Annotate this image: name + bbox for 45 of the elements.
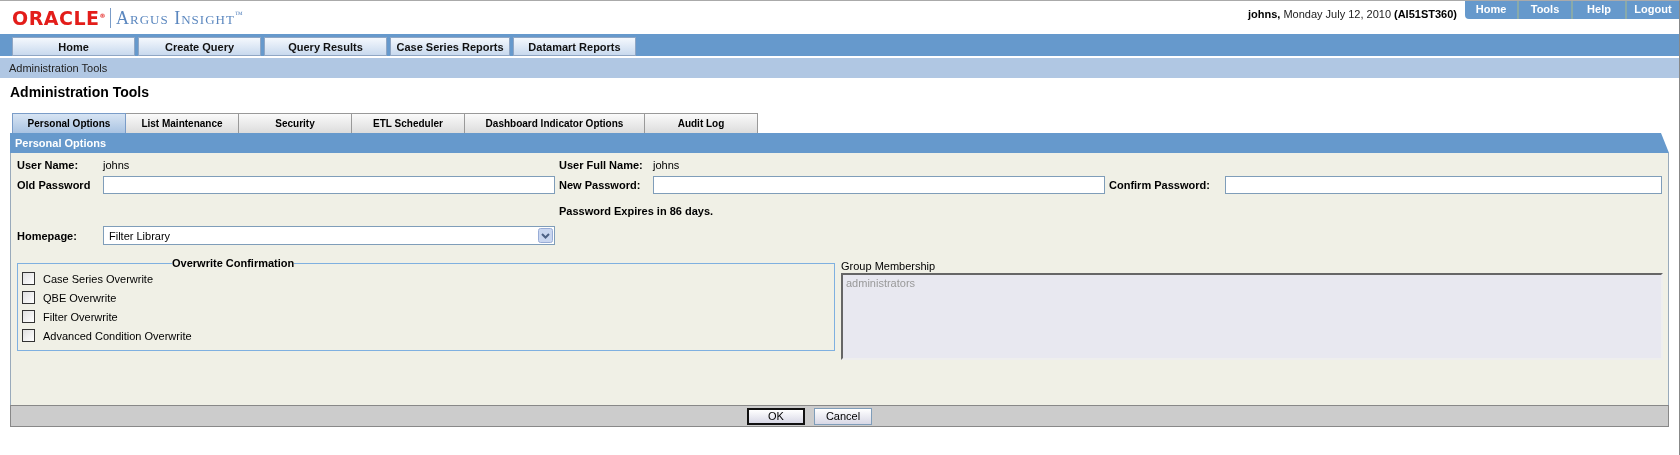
user-name: johns, <box>1248 8 1281 20</box>
checkbox[interactable] <box>22 310 35 323</box>
field-value: johns <box>653 159 681 171</box>
checkbox-label: Filter Overwrite <box>43 310 118 323</box>
checkbox[interactable] <box>22 272 35 285</box>
homepage-dropdown[interactable]: Filter Library <box>103 226 555 245</box>
checkbox-label: Advanced Condition Overwrite <box>43 329 192 342</box>
product-name: Argus Insight$^{™}$ <box>116 7 244 29</box>
checkbox[interactable] <box>22 329 35 342</box>
page-title: Administration Tools <box>9 83 150 102</box>
field-label: Group Membership <box>841 260 937 272</box>
cancel-button[interactable]: Cancel <box>814 407 872 425</box>
chevron-down-icon <box>538 228 553 243</box>
field-label: New Password: <box>559 179 642 191</box>
field-label: Confirm Password: <box>1109 179 1211 191</box>
tab[interactable]: Personal Options <box>12 113 126 134</box>
tab[interactable]: ETL Scheduler <box>352 113 465 134</box>
ok-button[interactable]: OK <box>747 407 805 425</box>
checkbox[interactable] <box>22 291 35 304</box>
group-legend: Overwrite Confirmation <box>172 257 295 269</box>
input-field[interactable] <box>653 176 1105 194</box>
tab[interactable]: List Maintenance <box>126 113 239 134</box>
checkbox-label: Case Series Overwrite <box>43 272 154 285</box>
field-value: johns <box>103 159 131 171</box>
panel-title: Personal Options <box>15 137 107 149</box>
breadcrumb: Administration Tools <box>9 62 108 74</box>
field-label: Old Password <box>17 179 92 191</box>
checkbox-label: QBE Overwrite <box>43 291 117 304</box>
tab[interactable]: Audit Log <box>645 113 758 134</box>
server-name: (AI51ST360) <box>1394 8 1457 20</box>
tab[interactable]: Dashboard Indicator Options <box>465 113 645 134</box>
nav-button[interactable]: Datamart Reports <box>513 37 636 56</box>
tab[interactable]: Security <box>239 113 352 134</box>
nav-button[interactable]: Create Query <box>138 37 261 56</box>
oracle-logo: ORACLE$^{®}$ <box>12 7 107 29</box>
field-label: User Name: <box>17 159 80 171</box>
field-label: Homepage: <box>17 229 78 242</box>
field-label: User Full Name: <box>559 159 644 171</box>
nav-button[interactable]: Home <box>12 37 135 56</box>
input-field[interactable] <box>103 176 555 194</box>
nav-button[interactable]: Query Results <box>264 37 387 56</box>
password-note: Password Expires in 86 days. <box>559 204 715 219</box>
nav-button[interactable]: Case Series Reports <box>390 37 510 56</box>
current-date: Monday July 12, 2010 <box>1283 8 1391 20</box>
input-field[interactable] <box>1225 176 1662 194</box>
